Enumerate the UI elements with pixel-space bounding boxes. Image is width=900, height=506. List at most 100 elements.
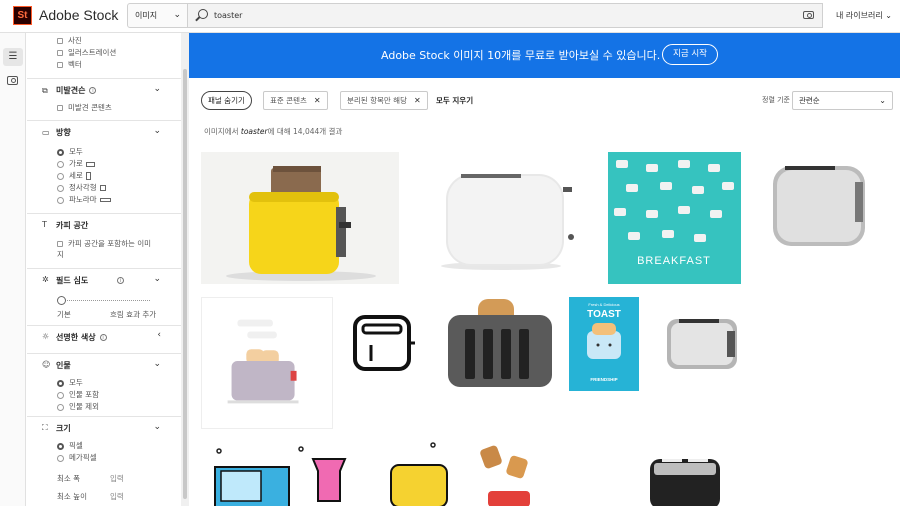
camera-icon[interactable] bbox=[7, 76, 18, 85]
radio-all[interactable]: 모두 bbox=[57, 146, 83, 157]
section-title[interactable]: 크기 bbox=[56, 423, 71, 434]
sort-select[interactable]: 관련순 ⌄ bbox=[792, 91, 893, 110]
filters-icon[interactable]: ☰ bbox=[3, 48, 23, 66]
image-tile[interactable] bbox=[201, 297, 333, 429]
toast-subtitle: Fresh & Delicious bbox=[588, 302, 619, 307]
image-tile[interactable]: BREAKFAST bbox=[608, 152, 741, 284]
filter-option-vector[interactable]: 벡터 bbox=[57, 59, 82, 70]
option-label: 가로 bbox=[69, 159, 83, 168]
filter-chip-standard[interactable]: 표준 콘텐츠 ✕ bbox=[263, 91, 328, 110]
filter-option-unreleased[interactable]: 미발견 콘텐츠 bbox=[57, 102, 112, 113]
image-tile[interactable] bbox=[201, 441, 466, 506]
image-tile[interactable] bbox=[653, 297, 749, 391]
option-label: 모두 bbox=[69, 147, 83, 156]
camera-search-icon[interactable] bbox=[803, 11, 814, 19]
section-title[interactable]: 선명한 색상 i bbox=[56, 332, 107, 343]
portrait-icon bbox=[85, 172, 91, 180]
radio[interactable] bbox=[57, 160, 64, 168]
radio-landscape[interactable]: 가로 bbox=[57, 158, 95, 169]
radio-people-include[interactable]: 인물 포함 bbox=[57, 389, 99, 400]
image-tile[interactable]: Fresh & Delicious TOAST FRIENDSHIP bbox=[569, 297, 639, 391]
radio-panorama[interactable]: 파노라마 bbox=[57, 194, 111, 205]
image-tile[interactable] bbox=[201, 152, 399, 284]
option-label: 일러스트레이션 bbox=[68, 48, 117, 57]
image-tile[interactable] bbox=[335, 297, 431, 392]
sidebar-scrollbar[interactable] bbox=[181, 33, 189, 506]
kitchen-appliances-image bbox=[201, 441, 466, 506]
radio-portrait[interactable]: 세로 bbox=[57, 170, 91, 181]
clear-all-link[interactable]: 모두 지우기 bbox=[436, 91, 473, 110]
title-text: 필드 심도 bbox=[56, 276, 89, 285]
radio[interactable] bbox=[57, 454, 64, 462]
chrome-toaster-image bbox=[755, 152, 886, 259]
radio[interactable] bbox=[57, 391, 64, 399]
radio-pixels[interactable]: 픽셀 bbox=[57, 440, 83, 451]
filter-option-illustration[interactable]: 일러스트레이션 bbox=[57, 47, 116, 58]
option-label: 카피 공간을 포함하는 이미지 bbox=[57, 239, 152, 259]
close-icon[interactable]: ✕ bbox=[314, 96, 321, 105]
yellow-toaster-image bbox=[201, 152, 399, 284]
checkbox[interactable] bbox=[57, 241, 63, 247]
results-suffix: 에 대해 14,044개 결과 bbox=[267, 127, 343, 136]
banner-text: Adobe Stock 이미지 10개를 무료로 받아보실 수 있습니다. bbox=[381, 49, 661, 62]
info-icon[interactable]: i bbox=[117, 277, 124, 284]
filter-option-photo[interactable]: 사진 bbox=[57, 35, 82, 46]
chevron-left-icon[interactable]: ‹ bbox=[157, 330, 161, 340]
hide-panel-button[interactable]: 패널 숨기기 bbox=[201, 91, 252, 110]
section-title[interactable]: 미발견슨 i bbox=[56, 85, 97, 96]
image-tile[interactable] bbox=[445, 297, 555, 392]
chevron-down-icon[interactable]: ⌄ bbox=[153, 84, 161, 94]
sort-label: 정렬 기준 bbox=[762, 96, 790, 104]
radio[interactable] bbox=[57, 379, 64, 387]
radio[interactable] bbox=[57, 184, 64, 192]
image-tile[interactable] bbox=[755, 152, 886, 259]
radio[interactable] bbox=[57, 148, 64, 156]
min-width-input[interactable]: 입력 bbox=[110, 473, 124, 484]
chevron-down-icon[interactable]: ⌄ bbox=[153, 274, 161, 284]
chevron-down-icon[interactable]: ⌄ bbox=[153, 422, 161, 432]
radio[interactable] bbox=[57, 403, 64, 411]
gray-toaster-image bbox=[445, 297, 555, 392]
depth-slider-handle[interactable] bbox=[57, 296, 66, 305]
brand-name[interactable]: Adobe Stock bbox=[39, 7, 118, 23]
search-scope-select[interactable]: 이미지 ⌄ bbox=[127, 3, 188, 28]
chevron-down-icon[interactable]: ⌄ bbox=[153, 359, 161, 369]
radio[interactable] bbox=[57, 172, 64, 180]
radio-megapixels[interactable]: 메가픽셀 bbox=[57, 452, 97, 463]
image-tile[interactable] bbox=[468, 441, 548, 506]
results-prefix: 이미지에서 bbox=[204, 127, 241, 136]
radio-square[interactable]: 정사각형 bbox=[57, 182, 106, 193]
section-title[interactable]: 필드 심도 bbox=[56, 275, 88, 286]
image-tile[interactable] bbox=[413, 152, 594, 284]
info-icon[interactable]: i bbox=[89, 87, 97, 94]
radio[interactable] bbox=[57, 442, 64, 450]
section-title[interactable]: 방향 bbox=[56, 127, 71, 138]
filter-option-copy-space[interactable]: 카피 공간을 포함하는 이미지 bbox=[57, 238, 157, 260]
radio[interactable] bbox=[57, 196, 64, 204]
silver-toaster-image bbox=[653, 297, 749, 391]
close-icon[interactable]: ✕ bbox=[414, 96, 421, 105]
depth-slider-track[interactable] bbox=[60, 300, 150, 301]
start-now-button[interactable]: 지금 시작 bbox=[662, 44, 718, 65]
library-label: 내 라이브러리 bbox=[836, 11, 883, 20]
filter-chip-isolated[interactable]: 분리된 항목만 해당 ✕ bbox=[340, 91, 428, 110]
radio-people-all[interactable]: 모두 bbox=[57, 377, 83, 388]
scrollbar-thumb[interactable] bbox=[183, 69, 187, 499]
option-label: 메가픽셀 bbox=[69, 453, 97, 462]
search-bar[interactable]: toaster bbox=[188, 3, 823, 28]
section-title[interactable]: 인물 bbox=[56, 360, 71, 371]
adobe-stock-logo[interactable]: St bbox=[13, 6, 32, 25]
checkbox[interactable] bbox=[57, 105, 63, 111]
my-library-menu[interactable]: 내 라이브러리 ⌄ bbox=[836, 0, 892, 31]
radio-people-exclude[interactable]: 인물 제외 bbox=[57, 401, 99, 412]
option-label: 파노라마 bbox=[69, 195, 97, 204]
chevron-down-icon[interactable]: ⌄ bbox=[153, 126, 161, 136]
checkbox[interactable] bbox=[57, 38, 63, 44]
search-input[interactable]: toaster bbox=[214, 4, 242, 27]
checkbox[interactable] bbox=[57, 62, 63, 68]
min-height-input[interactable]: 입력 bbox=[110, 491, 124, 502]
info-icon[interactable]: i bbox=[99, 334, 107, 341]
checkbox[interactable] bbox=[57, 50, 63, 56]
image-tile[interactable] bbox=[562, 441, 762, 506]
section-title[interactable]: 카피 공간 bbox=[56, 220, 88, 231]
